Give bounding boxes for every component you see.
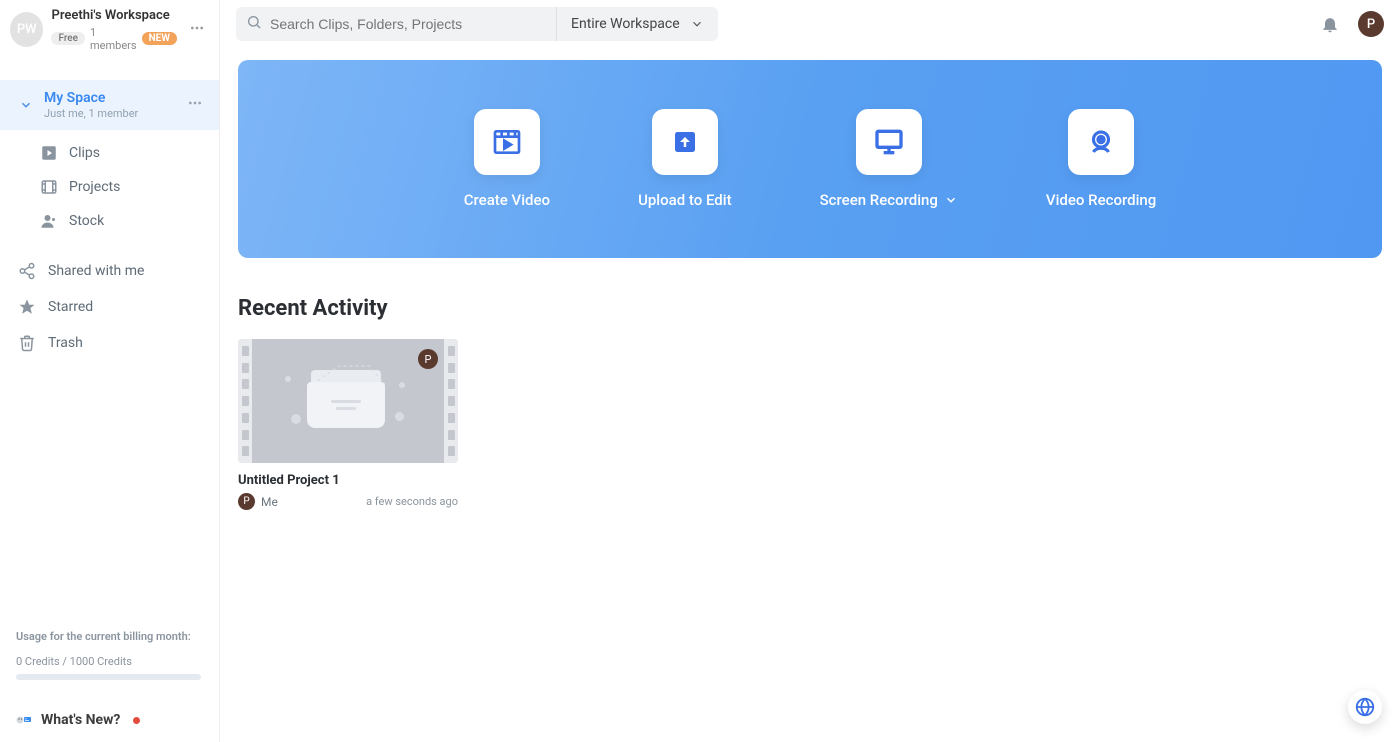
chevron-down-icon bbox=[944, 193, 958, 207]
sidebar: PW Preethi's Workspace Free 1 members NE… bbox=[0, 0, 220, 742]
members-count: 1 members bbox=[90, 26, 137, 52]
globe-help-icon bbox=[1354, 696, 1376, 718]
project-thumbnail[interactable]: P bbox=[238, 339, 458, 463]
sidebar-item-clips[interactable]: Clips bbox=[0, 136, 219, 170]
create-video-icon bbox=[491, 126, 523, 158]
user-avatar[interactable]: P bbox=[1358, 11, 1384, 37]
usage-text: 0 Credits / 1000 Credits bbox=[16, 655, 203, 668]
play-square-icon bbox=[40, 144, 58, 162]
sidebar-item-label: Projects bbox=[69, 179, 120, 195]
sidebar-section-starred[interactable]: Starred bbox=[0, 290, 219, 324]
sidebar-item-label: Stock bbox=[69, 213, 104, 229]
hero-label: Upload to Edit bbox=[638, 191, 732, 209]
help-fab[interactable] bbox=[1348, 690, 1382, 724]
workspace-more-icon[interactable] bbox=[185, 20, 209, 40]
project-card[interactable]: P Untitled Project 1 P Me a few seconds … bbox=[238, 339, 458, 510]
workspace-avatar: PW bbox=[10, 12, 43, 47]
sidebar-item-label: Clips bbox=[69, 145, 100, 161]
film-strip-icon bbox=[238, 339, 252, 463]
owner-avatar-small: P bbox=[238, 493, 255, 510]
new-badge[interactable]: NEW bbox=[142, 32, 177, 45]
chevron-down-icon[interactable] bbox=[18, 97, 34, 113]
sidebar-space-myspace[interactable]: My Space Just me, 1 member bbox=[0, 80, 219, 130]
search-input[interactable] bbox=[270, 16, 546, 32]
whats-new-label: What's New? bbox=[41, 712, 120, 728]
recent-activity-title: Recent Activity bbox=[238, 296, 1382, 321]
hero-label: Create Video bbox=[464, 191, 550, 209]
person-icon bbox=[40, 212, 58, 230]
search-scope-select[interactable]: Entire Workspace bbox=[556, 7, 718, 41]
sidebar-section-label: Trash bbox=[48, 335, 83, 351]
announcement-icon bbox=[16, 712, 32, 728]
film-icon bbox=[40, 178, 58, 196]
sidebar-section-label: Shared with me bbox=[48, 263, 144, 279]
share-icon bbox=[18, 262, 36, 280]
space-name: My Space bbox=[44, 90, 138, 106]
space-sub: Just me, 1 member bbox=[44, 107, 138, 120]
monitor-icon bbox=[873, 126, 905, 158]
project-owner: Me bbox=[261, 495, 278, 509]
chevron-down-icon bbox=[690, 17, 704, 31]
usage-bar bbox=[16, 674, 201, 680]
sidebar-item-projects[interactable]: Projects bbox=[0, 170, 219, 204]
star-icon bbox=[18, 298, 36, 316]
owner-avatar: P bbox=[418, 349, 438, 369]
film-strip-icon bbox=[444, 339, 458, 463]
webcam-icon bbox=[1086, 127, 1116, 157]
hero-label: Video Recording bbox=[1046, 191, 1156, 209]
topbar: Entire Workspace P bbox=[220, 0, 1400, 48]
folder-icon bbox=[303, 366, 393, 436]
sidebar-section-trash[interactable]: Trash bbox=[0, 326, 219, 360]
sidebar-section-label: Starred bbox=[48, 299, 93, 315]
scope-label: Entire Workspace bbox=[571, 16, 680, 32]
plan-badge: Free bbox=[51, 32, 85, 45]
hero-video-recording[interactable]: Video Recording bbox=[1046, 109, 1156, 209]
workspace-name: Preethi's Workspace bbox=[51, 8, 177, 24]
trash-icon bbox=[18, 334, 36, 352]
hero-create-video[interactable]: Create Video bbox=[464, 109, 550, 209]
hero-screen-recording[interactable]: Screen Recording bbox=[820, 109, 958, 209]
space-more-icon[interactable] bbox=[183, 95, 207, 115]
sidebar-item-stock[interactable]: Stock bbox=[0, 204, 219, 238]
whats-new-button[interactable]: What's New? bbox=[16, 712, 203, 728]
upload-icon bbox=[670, 127, 700, 157]
hero-banner: Create Video Upload to Edit bbox=[238, 60, 1382, 258]
project-name: Untitled Project 1 bbox=[238, 473, 458, 488]
project-time: a few seconds ago bbox=[366, 495, 458, 508]
hero-upload-to-edit[interactable]: Upload to Edit bbox=[638, 109, 732, 209]
notifications-icon[interactable] bbox=[1320, 14, 1340, 34]
hero-label: Screen Recording bbox=[820, 191, 938, 209]
sidebar-section-shared[interactable]: Shared with me bbox=[0, 254, 219, 288]
search-icon bbox=[246, 14, 262, 34]
notification-dot bbox=[133, 717, 140, 724]
workspace-header[interactable]: PW Preethi's Workspace Free 1 members NE… bbox=[0, 0, 219, 60]
usage-label: Usage for the current billing month: bbox=[16, 630, 203, 643]
